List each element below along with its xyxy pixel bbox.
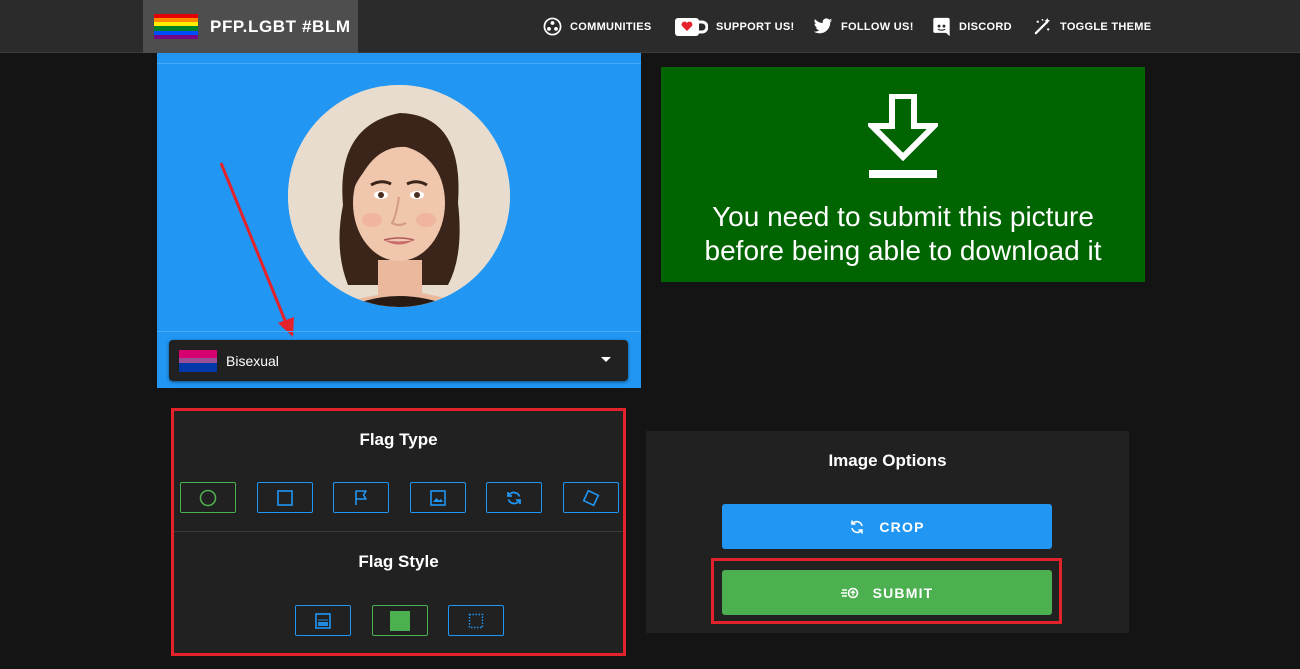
image-icon: [430, 489, 446, 506]
flag-type-diamond-button[interactable]: [563, 482, 619, 513]
rotate-icon: [507, 491, 521, 504]
submit-highlight-outline: [711, 558, 1062, 624]
flag-type-circle-button[interactable]: [180, 482, 236, 513]
chevron-down-icon: [601, 357, 611, 362]
dotted-square-icon: [468, 613, 484, 628]
download-notice-text: You need to submit this picture before b…: [673, 200, 1133, 268]
crop-rotate-icon: [851, 520, 864, 533]
nav-support-us[interactable]: SUPPORT US!: [674, 0, 794, 53]
flag-style-gradient-button[interactable]: [295, 605, 351, 636]
nav-discord-label: DISCORD: [959, 20, 1012, 33]
bisexual-flag-icon: [179, 349, 217, 372]
nav-discord[interactable]: DISCORD: [932, 0, 1012, 53]
preview-divider-bottom: [157, 331, 641, 332]
flag-style-solid-button[interactable]: [372, 605, 428, 636]
flag-type-image-button[interactable]: [410, 482, 466, 513]
nav-communities[interactable]: COMMUNITIES: [543, 0, 652, 53]
flag-dropdown-value: Bisexual: [226, 352, 279, 369]
download-notice[interactable]: You need to submit this picture before b…: [661, 67, 1145, 282]
flag-type-square-button[interactable]: [257, 482, 313, 513]
download-icon: [868, 94, 938, 178]
discord-icon: [933, 17, 950, 36]
flag-options-panel: Flag Type Flag Style: [171, 408, 626, 656]
flag-dropdown[interactable]: Bisexual: [169, 340, 628, 381]
annotation-arrow: [219, 162, 294, 337]
flag-panel-divider: [174, 531, 623, 532]
nav-toggle-theme[interactable]: TOGGLE THEME: [1033, 0, 1151, 53]
top-navbar: PFP.LGBT #BLM COMMUNITIES SUPPORT US! FO…: [0, 0, 1300, 53]
brand-home-link[interactable]: PFP.LGBT #BLM: [143, 0, 358, 53]
flag-type-heading: Flag Type: [359, 430, 438, 449]
theme-toggle-icon: [1034, 17, 1051, 35]
nav-communities-label: COMMUNITIES: [570, 20, 652, 33]
circle-icon: [199, 489, 217, 506]
ko-fi-cup-icon: [675, 17, 708, 36]
download-notice-line1: You need to submit this picture: [712, 201, 1094, 232]
crop-button[interactable]: CROP: [722, 504, 1052, 549]
nav-follow-label: FOLLOW US!: [841, 20, 914, 33]
twitter-bird-icon: [813, 18, 833, 34]
square-icon: [277, 489, 293, 506]
communities-icon: [543, 17, 562, 36]
gradient-icon: [315, 612, 331, 629]
rainbow-flag-icon: [154, 13, 198, 40]
brand-title: PFP.LGBT #BLM: [210, 16, 351, 36]
nav-theme-label: TOGGLE THEME: [1060, 20, 1152, 33]
flag-icon: [355, 489, 367, 505]
flag-style-dotted-button[interactable]: [448, 605, 504, 636]
diamond-icon: [582, 489, 600, 506]
nav-support-label: SUPPORT US!: [716, 20, 795, 33]
crop-button-label: CROP: [879, 518, 925, 535]
preview-card: Bisexual: [157, 53, 641, 388]
solid-square-icon: [390, 610, 410, 631]
flag-type-rotate-button[interactable]: [486, 482, 542, 513]
image-options-heading: Image Options: [828, 451, 947, 470]
download-notice-line2: before being able to download it: [704, 235, 1102, 266]
nav-follow-us[interactable]: FOLLOW US!: [813, 0, 914, 53]
flag-style-heading: Flag Style: [358, 552, 439, 571]
flag-type-flag-button[interactable]: [333, 482, 389, 513]
